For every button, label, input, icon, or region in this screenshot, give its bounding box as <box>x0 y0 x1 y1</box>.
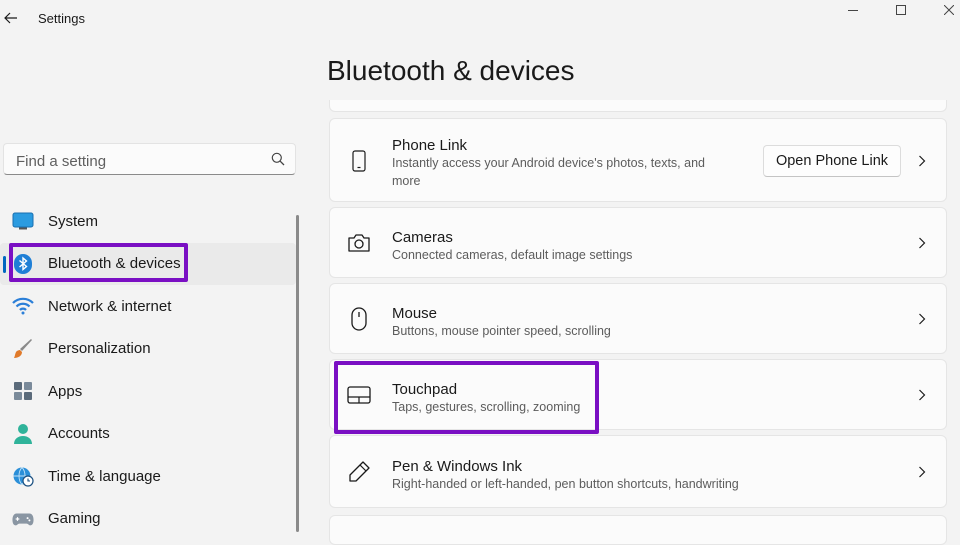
globe-clock-icon <box>12 465 34 487</box>
sidebar-item-time-language[interactable]: Time & language <box>0 455 296 498</box>
person-icon <box>12 423 34 445</box>
minimize-icon <box>848 10 858 11</box>
chevron-right-icon <box>916 466 928 478</box>
card-mouse[interactable]: Mouse Buttons, mouse pointer speed, scro… <box>329 283 947 354</box>
partial-card <box>329 100 947 112</box>
card-phone-link[interactable]: Phone Link Instantly access your Android… <box>329 118 947 202</box>
sidebar-item-label: Personalization <box>48 340 151 358</box>
back-button[interactable] <box>0 4 22 32</box>
card-subtitle: Right-handed or left-handed, pen button … <box>392 477 739 491</box>
highlight-box-touchpad <box>334 361 599 434</box>
card-title: Phone Link <box>392 137 468 154</box>
sidebar-item-apps[interactable]: Apps <box>0 370 296 413</box>
card-pen-windows-ink[interactable]: Pen & Windows Ink Right-handed or left-h… <box>329 435 947 508</box>
phone-icon <box>346 148 372 174</box>
controller-icon <box>12 508 34 530</box>
search-box[interactable] <box>3 143 296 175</box>
sidebar-item-system[interactable]: System <box>0 200 296 243</box>
title-bar: Settings <box>0 0 960 36</box>
sidebar-item-gaming[interactable]: Gaming <box>0 498 296 541</box>
partial-card-bottom <box>329 515 947 545</box>
brush-icon <box>12 338 34 360</box>
sidebar-item-accounts[interactable]: Accounts <box>0 413 296 456</box>
card-subtitle: Buttons, mouse pointer speed, scrolling <box>392 324 611 338</box>
chevron-right-icon <box>916 313 928 325</box>
arrow-left-icon <box>4 12 17 24</box>
sidebar-item-label: Gaming <box>48 510 101 528</box>
highlight-box-bluetooth <box>9 243 188 282</box>
page-title: Bluetooth & devices <box>327 55 575 86</box>
camera-icon <box>346 230 372 256</box>
sidebar-item-label: Time & language <box>48 467 161 485</box>
sidebar-item-network-internet[interactable]: Network & internet <box>0 285 296 328</box>
open-phone-link-button[interactable]: Open Phone Link <box>763 145 901 177</box>
sidebar-item-personalization[interactable]: Personalization <box>0 328 296 371</box>
wifi-icon <box>12 295 34 317</box>
sidebar-item-label: Apps <box>48 382 83 400</box>
chevron-right-icon <box>916 237 928 249</box>
sidebar-item-label: Network & internet <box>48 297 172 315</box>
sidebar-scrollbar[interactable] <box>296 215 299 532</box>
monitor-icon <box>12 210 34 232</box>
sidebar-item-label: System <box>48 212 99 230</box>
card-title: Cameras <box>392 229 453 246</box>
minimize-button[interactable] <box>830 0 876 20</box>
card-subtitle: Connected cameras, default image setting… <box>392 248 633 262</box>
card-subtitle: Instantly access your Android device's p… <box>392 156 705 188</box>
maximize-icon <box>896 5 906 15</box>
close-button[interactable] <box>926 0 960 20</box>
apps-icon <box>12 380 34 402</box>
maximize-button[interactable] <box>878 0 924 20</box>
pen-icon <box>346 459 372 485</box>
card-title: Mouse <box>392 305 438 322</box>
sidebar-item-label: Accounts <box>48 425 110 443</box>
mouse-icon <box>346 306 372 332</box>
search-input[interactable] <box>14 150 258 172</box>
app-title: Settings <box>38 11 85 26</box>
card-title: Pen & Windows Ink <box>392 458 523 475</box>
chevron-right-icon <box>916 389 928 401</box>
card-cameras[interactable]: Cameras Connected cameras, default image… <box>329 207 947 278</box>
close-icon <box>944 5 954 15</box>
selection-indicator <box>3 255 6 273</box>
chevron-right-icon <box>916 155 928 167</box>
search-icon[interactable] <box>271 152 285 166</box>
